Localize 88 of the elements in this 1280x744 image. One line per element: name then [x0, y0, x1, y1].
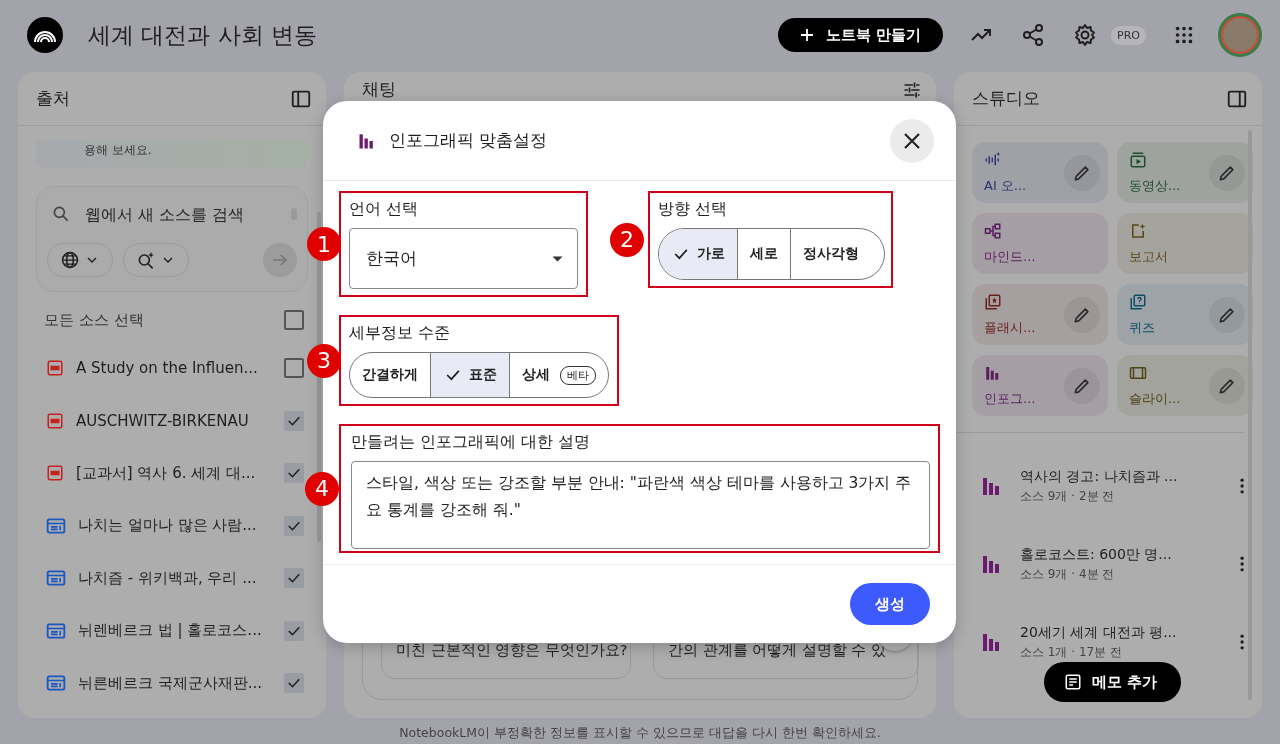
note-title[interactable]: 20세기 세계 대전과 평... [1020, 623, 1224, 642]
beta-badge: 베타 [560, 365, 596, 385]
edit-button[interactable] [1064, 296, 1100, 333]
segment-option[interactable]: 정사각형 [790, 229, 871, 279]
segment-option[interactable]: 가로 [659, 229, 737, 279]
callout-number: 2 [610, 222, 644, 257]
segment-option[interactable]: 세로 [737, 229, 790, 279]
source-title[interactable]: 나치즘 - 위키백과, 우리 ... [78, 568, 272, 588]
globe-icon [60, 250, 80, 270]
callout-number: 1 [307, 227, 341, 261]
studio-tool-card[interactable]: 인포그... [972, 355, 1108, 416]
search-field[interactable]: 웹에서 새 소스를 검색 [85, 204, 275, 224]
tool-label: 동영상... [1129, 176, 1182, 195]
checkbox[interactable] [284, 620, 304, 641]
tool-label: 보고서 [1129, 247, 1169, 266]
web-page-icon [46, 673, 66, 694]
edit-button[interactable] [1064, 154, 1100, 191]
segment-option[interactable]: 상세 베타 [509, 353, 608, 397]
grid-icon [1173, 24, 1195, 46]
note-meta: 소스 9개 · 4분 전 [1020, 565, 1116, 583]
web-page-icon [46, 515, 66, 536]
source-title[interactable]: 나치는 얼마나 많은 사람... [78, 516, 272, 536]
source-title[interactable]: AUSCHWITZ-BIRKENAU [76, 411, 272, 430]
checkbox[interactable] [284, 358, 304, 379]
studio-tool-card[interactable]: 마인드... [972, 213, 1108, 274]
source-title[interactable]: A Study on the Influen... [76, 359, 272, 378]
checkbox[interactable] [284, 463, 304, 484]
create-notebook-button[interactable]: 노트북 만들기 [777, 18, 944, 52]
tool-label: 슬라이... [1129, 389, 1182, 408]
section-label: 만들려는 인포그래픽에 대한 설명 [351, 432, 592, 453]
studio-tool-card[interactable]: AI 오... [972, 142, 1108, 203]
checkbox[interactable] [284, 310, 304, 330]
edit-button[interactable] [1209, 367, 1245, 404]
plan-badge: PRO [1111, 25, 1146, 45]
notebook-title: 세계 대전과 사회 변동 [88, 20, 317, 50]
note-title[interactable]: 홀로코스트: 600만 명... [1020, 545, 1224, 564]
app-logo[interactable] [27, 17, 63, 53]
checkbox[interactable] [284, 568, 304, 589]
pdf-icon [46, 359, 64, 378]
select-all-label: 모든 소스 선택 [44, 310, 145, 330]
edit-button[interactable] [1064, 367, 1100, 404]
segment-option[interactable]: 간결하게 [350, 353, 430, 397]
add-note-button[interactable]: 메모 추가 [1044, 662, 1182, 702]
search-icon [51, 204, 71, 224]
panel-title: 출처 [36, 87, 70, 110]
studio-tool-card[interactable]: 보고서 [1117, 213, 1253, 274]
edit-button[interactable] [1209, 154, 1245, 191]
sliders-icon [902, 80, 922, 100]
generate-button[interactable]: 생성 [850, 583, 930, 625]
web-page-icon [46, 620, 66, 641]
tune-icon[interactable] [902, 80, 922, 100]
notice-card: 용해 보세요. [36, 140, 308, 168]
panel-title: 채팅 [362, 78, 396, 101]
studio-tool-card[interactable]: 플래시... [972, 284, 1108, 345]
section-label: 언어 선택 [349, 199, 420, 220]
checkbox[interactable] [284, 673, 304, 694]
web-page-icon [46, 568, 66, 589]
language-dropdown[interactable]: 한국어 [349, 228, 578, 289]
panel-title: 스튜디오 [972, 87, 1040, 110]
description-field[interactable]: 스타일, 색상 또는 강조할 부분 안내: "파란색 색상 테마를 사용하고 3가지 주요 통계를 강조해 줘." [351, 461, 930, 549]
note-title[interactable]: 역사의 경고: 나치즘과 ... [1020, 467, 1224, 486]
note-meta: 소스 1개 · 17분 전 [1020, 643, 1123, 661]
segment-option[interactable]: 표준 [430, 353, 509, 397]
dropdown-caret-icon [551, 255, 563, 262]
source-title[interactable]: [교과서] 역사 6. 세계 대... [76, 463, 272, 483]
tool-label: 플래시... [984, 318, 1037, 337]
checkbox[interactable] [284, 410, 304, 431]
tool-label: 마인드... [984, 247, 1037, 266]
source-title[interactable]: 뉘렌베르크 법 | 홀로코스... [78, 621, 272, 641]
note-icon [1064, 673, 1082, 691]
checkbox[interactable] [284, 515, 304, 536]
disclaimer-text: NotebookLM이 부정확한 정보를 표시할 수 있으므로 대답을 다시 한번 확인하세요. [398, 725, 882, 742]
tool-label: 인포그... [984, 389, 1037, 408]
studio-tool-card[interactable]: 동영상... [1117, 142, 1253, 203]
note-meta: 소스 9개 · 2분 전 [1020, 487, 1116, 505]
section-label: 방향 선택 [658, 199, 729, 220]
dialog-title: 인포그래픽 맞춤설정 [389, 129, 548, 152]
source-title[interactable]: 뉘른베르크 국제군사재판... [78, 673, 272, 693]
pdf-icon [46, 411, 64, 430]
pdf-icon [46, 464, 64, 483]
close-button[interactable] [890, 118, 934, 163]
sparkle-search-icon [136, 250, 156, 270]
studio-tool-card[interactable]: 슬라이... [1117, 355, 1253, 416]
edit-button[interactable] [1209, 296, 1245, 333]
tool-label: AI 오... [984, 176, 1028, 195]
studio-tool-card[interactable]: 퀴즈 [1117, 284, 1253, 345]
section-label: 세부정보 수준 [349, 323, 452, 344]
tool-label: 퀴즈 [1129, 318, 1156, 337]
